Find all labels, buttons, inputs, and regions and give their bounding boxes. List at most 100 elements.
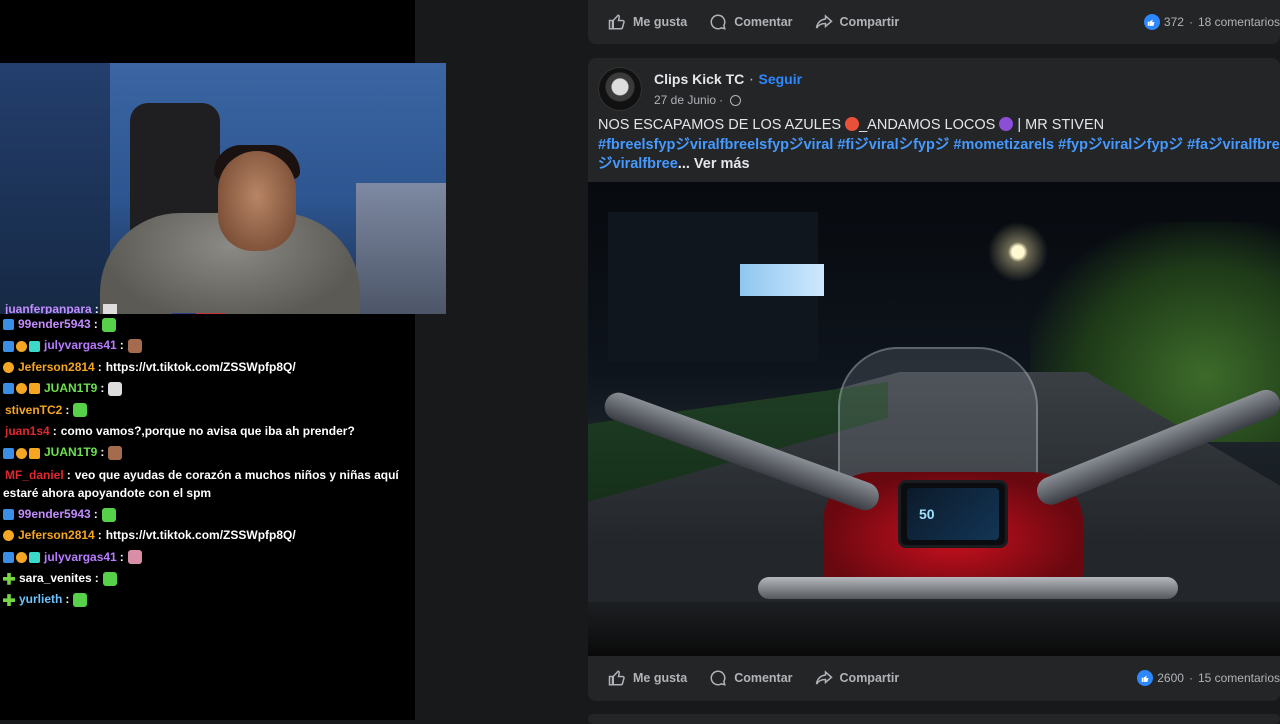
thumbs-up-icon [608, 670, 625, 686]
mod-badge-icon [3, 383, 14, 395]
post-card: Clips Kick TC · Seguir 27 de Junio · NOS… [588, 58, 1280, 701]
chat-message: Jeferson2814: https://vt.tiktok.com/ZSSWp… [3, 525, 415, 546]
globe-icon [730, 94, 742, 106]
sub-badge-icon [16, 447, 27, 459]
chat-emote-icon [108, 381, 123, 396]
chat-emote-icon [127, 550, 142, 565]
hashtags[interactable]: #fbreelsfypジviralfbreelsfypジviral #fiジvi… [598, 136, 1280, 156]
chat-username[interactable]: MF_daniel [5, 468, 64, 482]
sub-badge-icon [16, 551, 27, 563]
share-label: Compartir [839, 15, 900, 29]
comment-label: Comentar [734, 671, 793, 685]
post-header: Clips Kick TC · Seguir 27 de Junio · [598, 66, 802, 112]
motorcycle-dashboard: 50 [898, 480, 1008, 548]
chat-username[interactable]: stivenTC2 [5, 400, 62, 421]
comment-count[interactable]: 18 comentarios [1198, 15, 1280, 29]
chat-emote-icon [108, 446, 123, 461]
chat-list: juanferpanpara: 99ender5943: julyvargas41:… [0, 304, 415, 611]
mod-badge-icon [3, 340, 14, 352]
comment-button[interactable]: Comentar [709, 13, 793, 31]
chat-message: sara_venites: [3, 568, 415, 589]
chat-emote-icon [73, 593, 88, 608]
gift-badge-icon [29, 383, 40, 395]
chat-emote-icon [102, 571, 117, 586]
chat-message: julyvargas41: [3, 335, 415, 356]
chat-message: JUAN1T9: [3, 442, 415, 463]
comment-button[interactable]: Comentar [709, 669, 793, 687]
chat-emote-icon [101, 317, 116, 332]
vip-badge-icon [29, 340, 40, 352]
chat-emote-icon [102, 304, 117, 314]
like-button[interactable]: Me gusta [608, 13, 687, 31]
video-player[interactable]: 50 [588, 182, 1280, 656]
thumbs-up-icon [608, 14, 625, 30]
plus-badge-icon [3, 572, 15, 585]
chat-username[interactable]: juanferpanpara [5, 304, 92, 314]
handlebar-crossbar [758, 577, 1178, 599]
mod-badge-icon [3, 509, 14, 521]
chat-username[interactable]: yurlieth [19, 589, 62, 610]
chat-username[interactable]: 99ender5943 [18, 504, 91, 525]
chat-message: juanferpanpara: [3, 304, 415, 314]
chat-username[interactable]: JUAN1T9 [44, 378, 97, 399]
chat-emote-icon [127, 339, 142, 354]
chat-message: stivenTC2: [3, 400, 415, 421]
like-reaction-icon [1137, 670, 1154, 686]
chat-username[interactable]: 99ender5943 [18, 314, 91, 335]
follow-button[interactable]: Seguir [758, 71, 802, 87]
share-button[interactable]: Compartir [815, 669, 900, 687]
webcam-feed [0, 63, 446, 314]
post-stats: 2600 · 15 comentarios [1137, 670, 1280, 686]
chat-text: https://vt.tiktok.com/ZSSWpfp8Q/ [105, 528, 296, 543]
hot-face-emoji [845, 117, 860, 131]
post-card-next [588, 714, 1280, 724]
mod-badge-icon [3, 319, 14, 331]
chat-username[interactable]: JUAN1T9 [44, 442, 97, 463]
see-more-link[interactable]: ... Ver más [678, 156, 750, 172]
post-date[interactable]: 27 de Junio [654, 93, 716, 107]
chat-message: julyvargas41: [3, 547, 415, 568]
chat-username[interactable]: Jeferson2814 [18, 357, 95, 378]
like-reaction-icon [1143, 14, 1160, 30]
chat-text: como vamos?,porque no avisa que iba ah p… [60, 424, 355, 439]
page-avatar[interactable] [598, 67, 642, 111]
chat-username[interactable]: julyvargas41 [44, 335, 117, 356]
comment-icon [710, 670, 726, 686]
hashtags-continued[interactable]: ジviralfbree [598, 156, 678, 172]
share-icon [815, 670, 833, 685]
facebook-feed: Me gusta Comentar Compartir 372 · 18 com… [588, 0, 1280, 724]
post-card-previous: Me gusta Comentar Compartir 372 · 18 com… [588, 0, 1280, 44]
sub-badge-icon [16, 383, 27, 395]
share-label: Compartir [839, 671, 900, 685]
plus-badge-icon [3, 594, 15, 607]
comment-count[interactable]: 15 comentarios [1198, 671, 1280, 685]
chat-message: yurlieth: [3, 589, 415, 610]
like-button[interactable]: Me gusta [608, 669, 687, 687]
sub-badge-icon [3, 530, 14, 542]
post-stats: 372 · 18 comentarios [1143, 14, 1280, 30]
chat-username[interactable]: sara_venites [19, 568, 92, 589]
share-button[interactable]: Compartir [815, 13, 900, 31]
chat-message: MF_daniel: veo que ayudas de corazón a mu… [3, 467, 399, 500]
vip-badge-icon [29, 551, 40, 563]
chat-message: JUAN1T9: [3, 378, 415, 399]
page-name[interactable]: Clips Kick TC [654, 71, 744, 87]
chat-message: 99ender5943: [3, 504, 415, 525]
chat-message: juan1s4: como vamos?,porque no avisa que … [3, 421, 415, 442]
chat-username[interactable]: julyvargas41 [44, 547, 117, 568]
mod-badge-icon [3, 551, 14, 563]
sub-badge-icon [3, 362, 14, 374]
chat-username[interactable]: juan1s4 [5, 421, 50, 442]
reaction-count[interactable]: 2600 [1157, 671, 1184, 685]
chat-emote-icon [73, 403, 88, 418]
mod-badge-icon [3, 447, 14, 459]
comment-label: Comentar [734, 15, 793, 29]
chat-emote-icon [101, 507, 116, 522]
reaction-count[interactable]: 372 [1164, 15, 1184, 29]
street-light [988, 222, 1048, 282]
billboard [740, 264, 824, 296]
gift-badge-icon [29, 447, 40, 459]
chat-text: https://vt.tiktok.com/ZSSWpfp8Q/ [105, 359, 296, 374]
purple-emoji [999, 117, 1014, 131]
chat-username[interactable]: Jeferson2814 [18, 525, 95, 546]
